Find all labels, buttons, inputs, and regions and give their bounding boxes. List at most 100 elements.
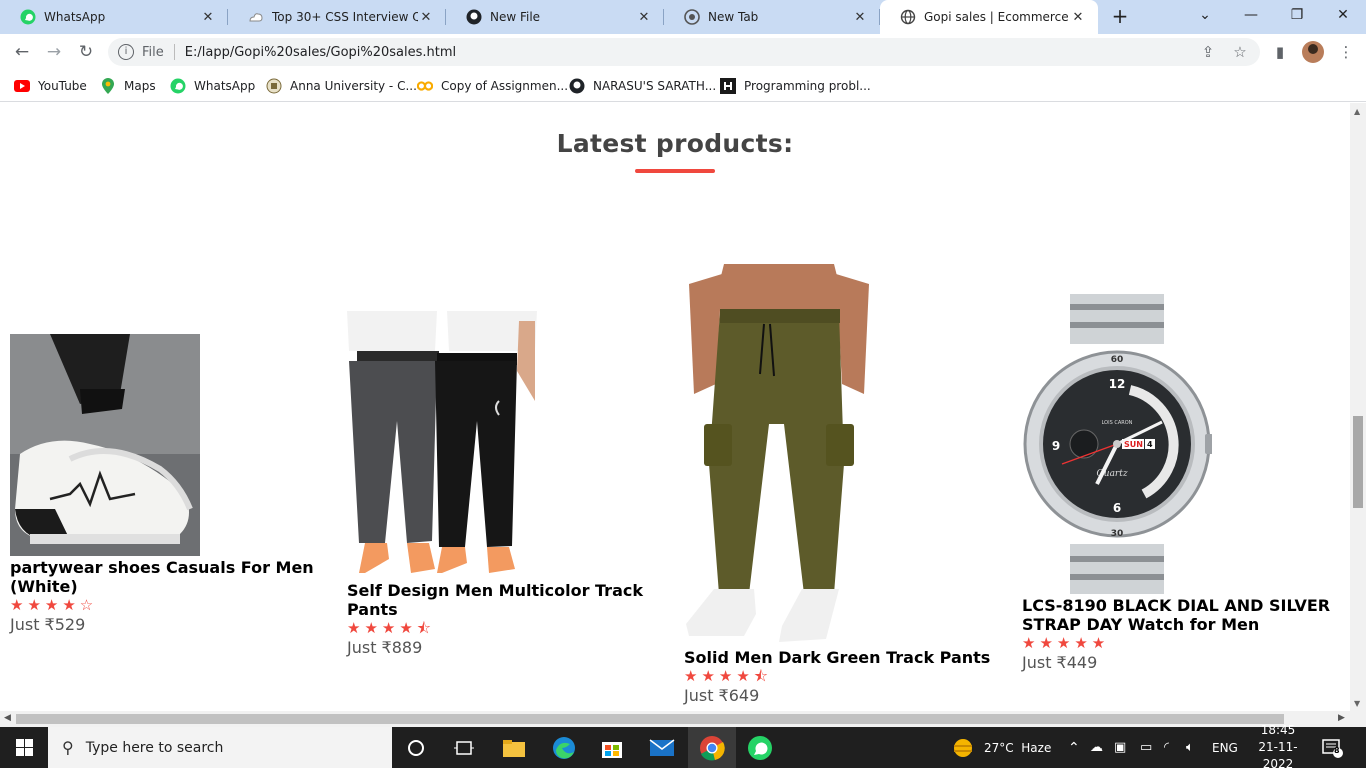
forward-button[interactable]: → bbox=[42, 40, 66, 64]
horizontal-scroll-thumb[interactable] bbox=[16, 714, 1284, 724]
product-name[interactable]: Solid Men Dark Green Track Pants bbox=[684, 648, 1002, 667]
bookmark-star-icon[interactable]: ☆ bbox=[1228, 40, 1252, 64]
profile-avatar[interactable] bbox=[1302, 41, 1324, 63]
vertical-scrollbar[interactable]: ▲ ▼ bbox=[1350, 103, 1366, 711]
start-button[interactable] bbox=[0, 727, 48, 768]
wifi-icon[interactable]: ◜ bbox=[1164, 727, 1169, 768]
tab-css-questions[interactable]: Top 30+ CSS Interview Questi ✕ bbox=[228, 0, 446, 34]
bookmark-whatsapp[interactable]: WhatsApp bbox=[170, 76, 255, 96]
scroll-up-arrow[interactable]: ▲ bbox=[1354, 107, 1360, 116]
scroll-left-arrow[interactable]: ◀ bbox=[4, 713, 11, 723]
bookmark-maps[interactable]: Maps bbox=[100, 76, 156, 96]
whatsapp-taskbar-icon[interactable] bbox=[736, 727, 784, 768]
bookmark-colab[interactable]: Copy of Assignmen... bbox=[417, 76, 568, 96]
horizontal-scrollbar[interactable]: ◀ ▶ bbox=[0, 711, 1366, 727]
tab-title: Gopi sales | Ecommerce web bbox=[924, 10, 1070, 24]
language-indicator[interactable]: ENG bbox=[1212, 727, 1238, 768]
notification-center-icon[interactable]: 8 bbox=[1322, 727, 1344, 768]
globe-icon bbox=[900, 9, 916, 25]
product-card[interactable]: Solid Men Dark Green Track Pants ★★★★⯪ J… bbox=[684, 264, 1002, 705]
file-explorer-icon[interactable] bbox=[490, 727, 538, 768]
tab-title: New Tab bbox=[708, 10, 759, 24]
product-name[interactable]: Self Design Men Multicolor Track Pants bbox=[347, 581, 665, 619]
product-name[interactable]: LCS-8190 BLACK DIAL AND SILVER STRAP DAY… bbox=[1022, 596, 1348, 634]
tab-whatsapp[interactable]: WhatsApp ✕ bbox=[0, 0, 228, 34]
star-rating: ★★★★☆ bbox=[10, 596, 98, 614]
tab-title: Top 30+ CSS Interview Questi bbox=[272, 10, 418, 24]
product-image[interactable] bbox=[10, 334, 200, 556]
chrome-taskbar-icon[interactable] bbox=[688, 727, 736, 768]
star-rating: ★★★★⯪ bbox=[347, 619, 435, 637]
menu-kebab-icon[interactable]: ⋮ bbox=[1334, 40, 1358, 64]
volume-icon[interactable]: 🔈︎ bbox=[1186, 727, 1194, 768]
bookmark-label: Programming probl... bbox=[744, 79, 871, 93]
bookmark-narasu[interactable]: NARASU'S SARATH... bbox=[569, 76, 716, 96]
cloud-icon bbox=[248, 9, 264, 25]
bookmark-label: WhatsApp bbox=[194, 79, 256, 93]
weather-widget[interactable]: 27°C Haze bbox=[952, 727, 1051, 768]
info-icon[interactable]: i bbox=[118, 44, 134, 60]
close-icon[interactable]: ✕ bbox=[1070, 10, 1086, 25]
close-icon[interactable]: ✕ bbox=[636, 10, 652, 25]
back-button[interactable]: ← bbox=[10, 40, 34, 64]
clock[interactable]: 18:45 21-11-2022 bbox=[1246, 723, 1310, 771]
bookmark-label: YouTube bbox=[38, 79, 87, 93]
page-title: Latest products: bbox=[556, 129, 794, 158]
bookmark-youtube[interactable]: YouTube bbox=[14, 76, 87, 96]
hackerrank-icon bbox=[720, 78, 736, 94]
watch-date: 4 bbox=[1147, 440, 1153, 449]
product-name[interactable]: partywear shoes Casuals For Men (White) bbox=[10, 558, 328, 596]
scroll-down-arrow[interactable]: ▼ bbox=[1354, 699, 1360, 708]
task-view-icon[interactable] bbox=[440, 727, 488, 768]
address-url[interactable]: E:/lapp/Gopi%20sales/Gopi%20sales.html bbox=[185, 45, 456, 60]
product-image[interactable] bbox=[347, 311, 537, 579]
maps-icon bbox=[100, 78, 116, 94]
store-icon[interactable] bbox=[588, 727, 636, 768]
address-bar[interactable]: i File E:/lapp/Gopi%20sales/Gopi%20sales… bbox=[108, 38, 1260, 66]
taskbar-search[interactable]: ⚲ Type here to search bbox=[48, 727, 392, 768]
product-card[interactable]: partywear shoes Casuals For Men (White) … bbox=[10, 334, 328, 634]
window-close-button[interactable]: ✕ bbox=[1320, 0, 1366, 30]
weather-haze-icon bbox=[954, 738, 972, 757]
svg-text:30: 30 bbox=[1111, 529, 1124, 539]
product-image[interactable]: 12 6 9 60 30 SUN 4 LOIS CARON Quartz bbox=[1022, 294, 1212, 594]
bookmark-label: Copy of Assignmen... bbox=[441, 79, 569, 93]
new-tab-button[interactable]: + bbox=[1108, 4, 1132, 28]
close-icon[interactable]: ✕ bbox=[200, 10, 216, 25]
show-hidden-icons-chevron[interactable]: ⌃ bbox=[1068, 727, 1080, 768]
product-card[interactable]: 12 6 9 60 30 SUN 4 LOIS CARON Quartz LCS… bbox=[1022, 294, 1348, 672]
close-icon[interactable]: ✕ bbox=[418, 10, 434, 25]
whatsapp-icon bbox=[20, 9, 36, 25]
bookmark-label: Anna University - C... bbox=[290, 79, 417, 93]
tab-new-tab[interactable]: New Tab ✕ bbox=[664, 0, 880, 34]
restore-button[interactable]: ❐ bbox=[1274, 0, 1320, 30]
onedrive-icon[interactable]: ☁ bbox=[1090, 727, 1103, 768]
github-icon bbox=[466, 9, 482, 25]
bookmark-anna-university[interactable]: Anna University - C... bbox=[266, 76, 417, 96]
minimize-button[interactable]: — bbox=[1228, 0, 1274, 30]
product-image[interactable] bbox=[684, 264, 874, 646]
svg-text:12: 12 bbox=[1109, 377, 1126, 391]
github-icon bbox=[569, 78, 585, 94]
tab-new-file[interactable]: New File ✕ bbox=[446, 0, 664, 34]
mail-icon[interactable] bbox=[638, 727, 686, 768]
bookmark-label: Maps bbox=[124, 79, 156, 93]
cortana-icon[interactable] bbox=[392, 727, 440, 768]
tab-gopi-sales[interactable]: Gopi sales | Ecommerce web ✕ bbox=[880, 0, 1098, 34]
product-price: Just ₹889 bbox=[347, 638, 423, 657]
scroll-right-arrow[interactable]: ▶ bbox=[1338, 713, 1345, 723]
reload-button[interactable]: ↻ bbox=[74, 40, 98, 64]
share-icon[interactable]: ⇪ bbox=[1196, 40, 1220, 64]
tab-search-chevron-icon[interactable]: ⌄ bbox=[1182, 0, 1228, 30]
toolbar: ← → ↻ i File E:/lapp/Gopi%20sales/Gopi%2… bbox=[0, 34, 1366, 70]
battery-icon[interactable]: ▭ bbox=[1140, 727, 1152, 768]
windows-icon bbox=[15, 739, 33, 756]
product-card[interactable]: Self Design Men Multicolor Track Pants ★… bbox=[347, 311, 665, 657]
close-icon[interactable]: ✕ bbox=[852, 10, 868, 25]
side-panel-icon[interactable]: ▮ bbox=[1268, 40, 1292, 64]
battery-warning-icon[interactable]: ▣ bbox=[1114, 727, 1126, 768]
bookmark-programming[interactable]: Programming probl... bbox=[720, 76, 871, 96]
vertical-scroll-thumb[interactable] bbox=[1353, 416, 1363, 508]
anna-university-icon bbox=[266, 78, 282, 94]
edge-icon[interactable] bbox=[540, 727, 588, 768]
